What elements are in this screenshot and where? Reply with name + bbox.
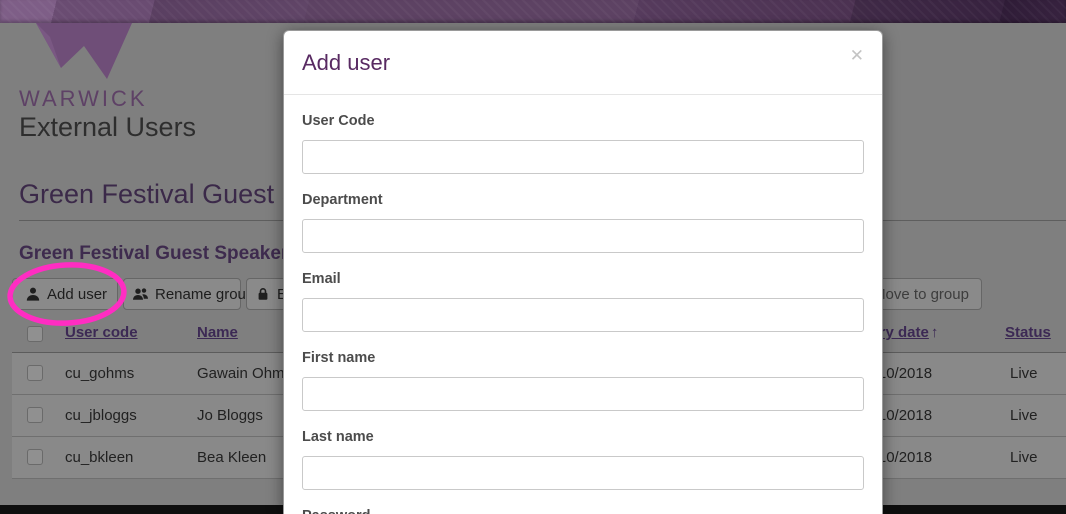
status-cell: Live	[1010, 407, 1038, 424]
user-code-cell: cu_gohms	[65, 365, 135, 382]
warwick-w-logo-icon	[36, 23, 132, 79]
form-group-department: Department	[302, 192, 864, 253]
status-cell: Live	[1010, 449, 1038, 466]
move-to-group-label: Move to group	[873, 285, 969, 303]
external-users-page: WARWICK External Users Green Festival Gu…	[0, 0, 1066, 514]
column-header-user-code[interactable]: User code	[65, 324, 138, 341]
form-group-password: Password	[302, 508, 864, 514]
email-field[interactable]	[302, 298, 864, 332]
modal-title: Add user	[302, 49, 391, 75]
group-section-heading: Green Festival Guest Speakers	[19, 243, 299, 264]
rename-group-label: Rename group	[155, 285, 255, 303]
warwick-wordmark: WARWICK	[19, 86, 148, 111]
form-group-user-code: User Code	[302, 113, 864, 174]
name-cell: Gawain Ohms	[197, 365, 293, 382]
column-header-name[interactable]: Name	[197, 324, 238, 341]
form-group-first-name: First name	[302, 350, 864, 411]
last-name-label: Last name	[302, 429, 374, 445]
row-checkbox[interactable]	[27, 407, 43, 423]
add-user-label: Add user	[47, 285, 108, 303]
form-group-last-name: Last name	[302, 429, 864, 490]
warwick-banner	[0, 0, 1066, 23]
status-cell: Live	[1010, 365, 1038, 382]
name-cell: Bea Kleen	[197, 449, 267, 466]
modal-body: User Code Department Email First name La…	[284, 95, 882, 514]
user-code-label: User Code	[302, 113, 375, 129]
department-field[interactable]	[302, 219, 864, 253]
name-cell: Jo Bloggs	[197, 407, 263, 424]
rename-group-button[interactable]: Rename group	[123, 278, 254, 310]
lock-icon	[258, 288, 268, 300]
password-label: Password	[302, 508, 864, 514]
close-icon[interactable]: ✕	[848, 45, 866, 66]
user-code-field[interactable]	[302, 140, 864, 174]
department-label: Department	[302, 192, 383, 208]
first-name-field[interactable]	[302, 377, 864, 411]
add-user-button[interactable]: Add user	[12, 278, 118, 310]
modal-header: Add user ✕	[284, 31, 882, 95]
user-code-cell: cu_jbloggs	[65, 407, 137, 424]
row-checkbox[interactable]	[27, 449, 43, 465]
last-name-field[interactable]	[302, 456, 864, 490]
email-label: Email	[302, 271, 341, 287]
first-name-label: First name	[302, 350, 376, 366]
column-header-status[interactable]: Status	[1005, 324, 1051, 341]
user-icon	[26, 287, 40, 301]
select-all-checkbox[interactable]	[27, 326, 43, 342]
sort-ascending-icon: ↑	[930, 324, 939, 341]
app-title: External Users	[19, 112, 197, 142]
add-user-modal: Add user ✕ User Code Department Email Fi…	[283, 30, 883, 514]
form-group-email: Email	[302, 271, 864, 332]
user-code-cell: cu_bkleen	[65, 449, 134, 466]
users-icon	[133, 288, 148, 300]
row-checkbox[interactable]	[27, 365, 43, 381]
